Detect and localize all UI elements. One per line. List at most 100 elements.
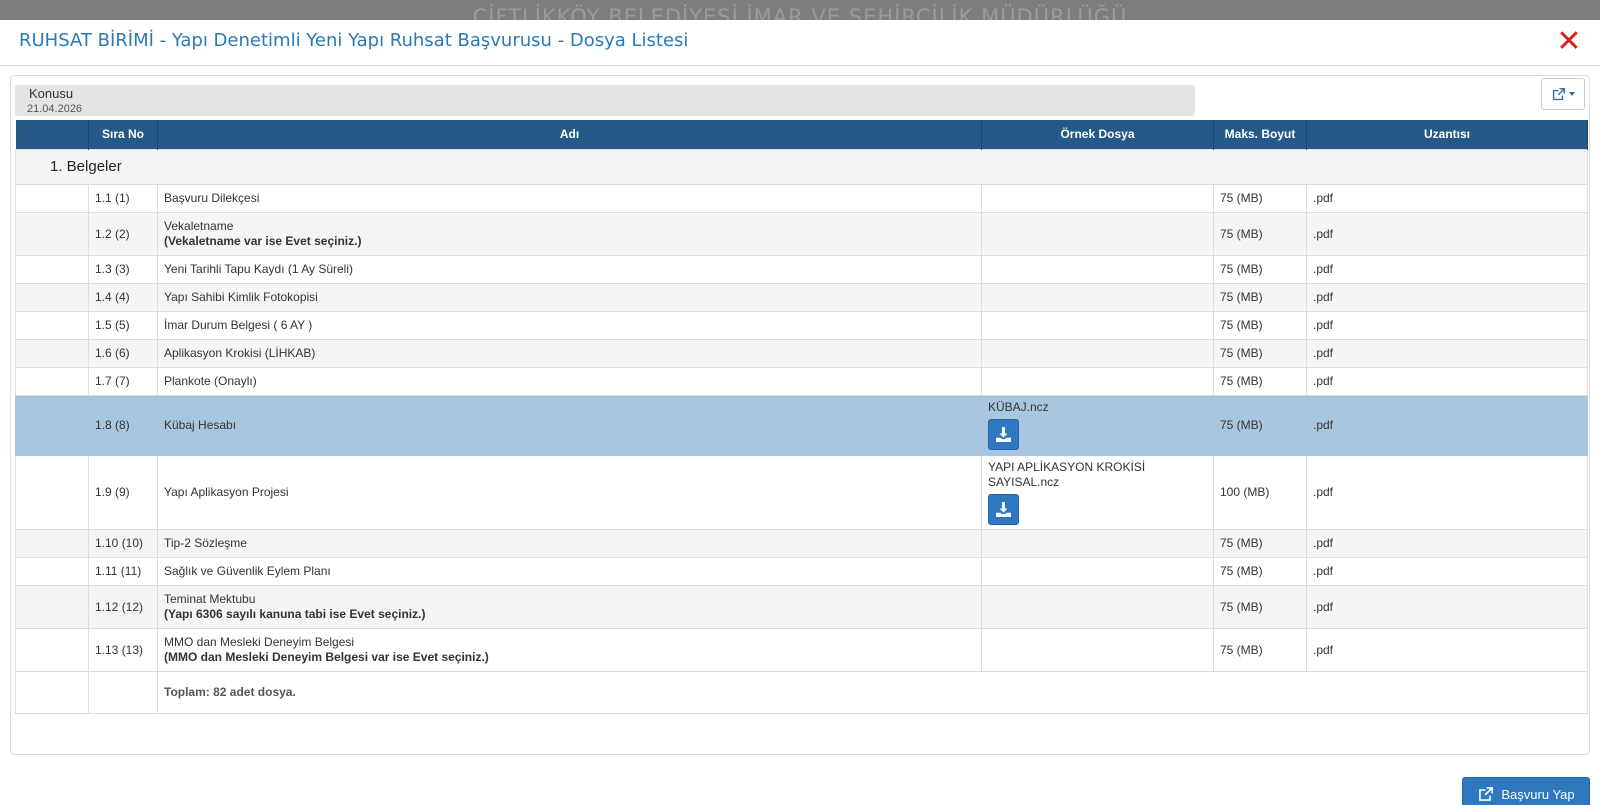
- row-extension: .pdf: [1306, 528, 1588, 558]
- row-select-cell: [15, 556, 89, 586]
- download-button[interactable]: [988, 419, 1019, 450]
- row-name-cell: Kübaj Hesabı: [157, 394, 982, 456]
- row-max-size: 75 (MB): [1213, 211, 1307, 256]
- row-number: 1.9 (9): [88, 454, 158, 530]
- row-number: 1.12 (12): [88, 584, 158, 629]
- row-sample-cell: [981, 627, 1214, 672]
- row-max-size: 75 (MB): [1213, 584, 1307, 629]
- close-button[interactable]: ✕: [1556, 27, 1582, 57]
- row-note: (MMO dan Mesleki Deneyim Belgesi var ise…: [164, 650, 489, 664]
- row-extension: .pdf: [1306, 394, 1588, 456]
- export-button[interactable]: [1541, 78, 1585, 110]
- total-files-label: Toplam: 82 adet dosya.: [157, 670, 1588, 714]
- export-icon: [1552, 87, 1566, 100]
- row-max-size: 75 (MB): [1213, 310, 1307, 340]
- table-row[interactable]: 1.10 (10) Tip-2 Sözleşme 75 (MB) .pdf: [15, 528, 1588, 558]
- download-icon: [996, 427, 1011, 442]
- row-max-size: 75 (MB): [1213, 366, 1307, 396]
- row-name: Vekaletname: [164, 219, 234, 233]
- row-name-cell: İmar Durum Belgesi ( 6 AY ): [157, 310, 982, 340]
- row-name-cell: Vekaletname (Vekaletname var ise Evet seç…: [157, 211, 982, 256]
- row-name: Tip-2 Sözleşme: [164, 536, 247, 550]
- table-row[interactable]: 1.4 (4) Yapı Sahibi Kimlik Fotokopisi 75 (…: [15, 282, 1588, 312]
- row-select-cell: [15, 310, 89, 340]
- row-extension: .pdf: [1306, 183, 1588, 213]
- row-name: Kübaj Hesabı: [164, 418, 237, 432]
- row-extension: .pdf: [1306, 584, 1588, 629]
- row-extension: .pdf: [1306, 627, 1588, 672]
- table-row[interactable]: 1.6 (6) Aplikasyon Krokisi (LİHKAB) 75 (MB…: [15, 338, 1588, 368]
- row-name: Başvuru Dilekçesi: [164, 191, 260, 205]
- column-header-empty: [15, 120, 89, 149]
- apply-button-label: Başvuru Yap: [1501, 786, 1575, 802]
- row-select-cell: [15, 627, 89, 672]
- row-select-cell: [15, 528, 89, 558]
- row-sample-cell: [981, 310, 1214, 340]
- table-row[interactable]: 1.2 (2) Vekaletname (Vekaletname var ise E…: [15, 211, 1588, 256]
- column-header-name[interactable]: Adı: [157, 120, 982, 149]
- row-sample-cell: [981, 254, 1214, 284]
- row-select-cell: [15, 183, 89, 213]
- background-page-title: ÇİFTLİKKÖY BELEDİYESİ İMAR VE ŞEHİRCİLİK…: [472, 5, 1128, 22]
- table-row[interactable]: 1.8 (8) Kübaj Hesabı KÜBAJ.ncz 75 (MB) .pdf: [15, 394, 1588, 456]
- row-name: MMO dan Mesleki Deneyim Belgesi: [164, 635, 355, 649]
- file-table: Sıra No Adı Örnek Dosya Maks. Boyut Uzan…: [15, 120, 1588, 714]
- row-extension: .pdf: [1306, 254, 1588, 284]
- row-name: Yapı Aplikasyon Projesi: [164, 485, 289, 499]
- row-extension: .pdf: [1306, 366, 1588, 396]
- close-icon: ✕: [1556, 24, 1582, 59]
- sample-file-name: YAPI APLİKASYON KROKİSİ SAYISAL.ncz: [988, 459, 1146, 489]
- row-select-cell: [15, 394, 89, 456]
- modal-header: RUHSAT BİRİMİ - Yapı Denetimli Yeni Yapı…: [0, 20, 1600, 66]
- table-row[interactable]: 1.11 (11) Sağlık ve Güvenlik Eylem Planı 7…: [15, 556, 1588, 586]
- row-name: Yeni Tarihli Tapu Kaydı (1 Ay Süreli): [164, 262, 354, 276]
- download-icon: [996, 501, 1011, 517]
- row-sample-cell: [981, 183, 1214, 213]
- table-row[interactable]: 1.9 (9) Yapı Aplikasyon Projesi YAPI APLİK…: [15, 454, 1588, 530]
- row-name-cell: Yeni Tarihli Tapu Kaydı (1 Ay Süreli): [157, 254, 982, 284]
- table-row[interactable]: 1.1 (1) Başvuru Dilekçesi 75 (MB) .pdf: [15, 183, 1588, 213]
- column-header-ext[interactable]: Uzantısı: [1306, 120, 1588, 149]
- row-name-cell: Yapı Aplikasyon Projesi: [157, 454, 982, 530]
- row-extension: .pdf: [1306, 310, 1588, 340]
- row-extension: .pdf: [1306, 338, 1588, 368]
- row-sample-cell: [981, 584, 1214, 629]
- column-header-sample[interactable]: Örnek Dosya: [981, 120, 1214, 149]
- column-header-size[interactable]: Maks. Boyut: [1213, 120, 1307, 149]
- row-max-size: 75 (MB): [1213, 528, 1307, 558]
- row-extension: .pdf: [1306, 454, 1588, 530]
- row-max-size: 75 (MB): [1213, 627, 1307, 672]
- row-sample-cell: [981, 338, 1214, 368]
- table-row[interactable]: 1.12 (12) Teminat Mektubu (Yapı 6306 sayıl…: [15, 584, 1588, 629]
- row-extension: .pdf: [1306, 282, 1588, 312]
- row-number: 1.6 (6): [88, 338, 158, 368]
- row-number: 1.8 (8): [88, 394, 158, 456]
- apply-button[interactable]: Başvuru Yap: [1462, 777, 1590, 805]
- sample-file-name: KÜBAJ.ncz: [988, 400, 1049, 414]
- row-name-cell: Teminat Mektubu (Yapı 6306 sayılı kanuna …: [157, 584, 982, 629]
- row-name: Teminat Mektubu: [164, 592, 256, 606]
- row-note: (Yapı 6306 sayılı kanuna tabi ise Evet s…: [164, 607, 426, 621]
- file-list-panel: Konusu 21.04.2026 Sıra No Adı Örnek Dosy…: [10, 75, 1590, 755]
- table-row[interactable]: 1.3 (3) Yeni Tarihli Tapu Kaydı (1 Ay Sür…: [15, 254, 1588, 284]
- row-name-cell: Aplikasyon Krokisi (LİHKAB): [157, 338, 982, 368]
- row-number: 1.11 (11): [88, 556, 158, 586]
- table-row[interactable]: 1.5 (5) İmar Durum Belgesi ( 6 AY ) 75 (MB…: [15, 310, 1588, 340]
- row-number: 1.4 (4): [88, 282, 158, 312]
- table-row[interactable]: 1.13 (13) MMO dan Mesleki Deneyim Belgesi…: [15, 627, 1588, 672]
- table-header-row: Sıra No Adı Örnek Dosya Maks. Boyut Uzan…: [15, 120, 1588, 149]
- row-max-size: 75 (MB): [1213, 282, 1307, 312]
- row-sample-cell: [981, 211, 1214, 256]
- row-sample-cell: KÜBAJ.ncz: [981, 394, 1214, 456]
- column-header-no[interactable]: Sıra No: [88, 120, 158, 149]
- row-sample-cell: YAPI APLİKASYON KROKİSİ SAYISAL.ncz: [981, 454, 1214, 530]
- external-link-icon: [1479, 786, 1494, 801]
- row-name: Sağlık ve Güvenlik Eylem Planı: [164, 564, 331, 578]
- row-number: 1.13 (13): [88, 627, 158, 672]
- chevron-down-icon: [1569, 92, 1575, 96]
- row-max-size: 75 (MB): [1213, 338, 1307, 368]
- group-row[interactable]: 1. Belgeler: [15, 148, 1588, 185]
- row-name: Yapı Sahibi Kimlik Fotokopisi: [164, 290, 318, 304]
- download-button[interactable]: [988, 493, 1019, 525]
- table-row[interactable]: 1.7 (7) Plankote (Onaylı) 75 (MB) .pdf: [15, 366, 1588, 396]
